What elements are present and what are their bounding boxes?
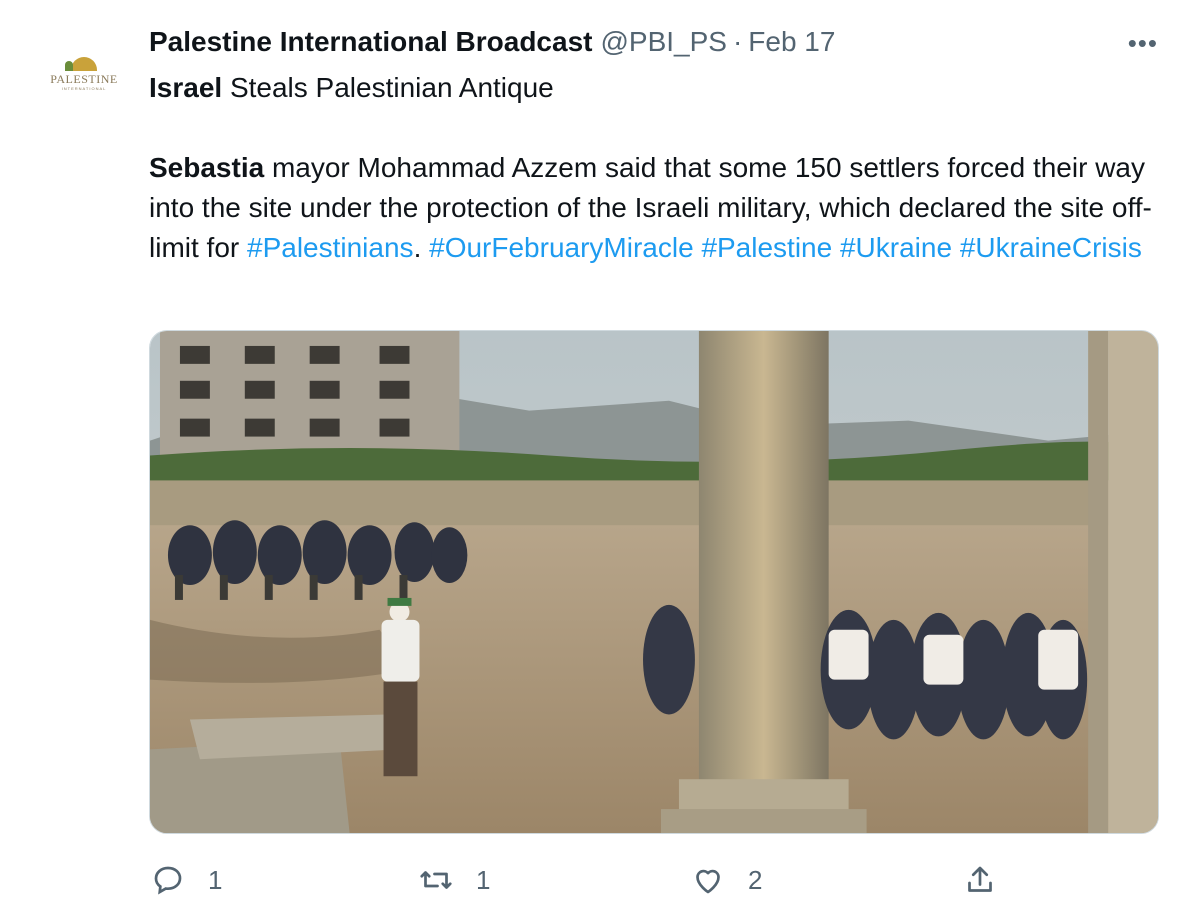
tweet-header: Palestine International Broadcast @PBI_P… bbox=[149, 26, 835, 58]
logo-dome-icon bbox=[65, 57, 97, 71]
action-bar: 1 1 2 bbox=[0, 862, 1190, 902]
headline-text: Steals Palestinian Antique bbox=[222, 72, 554, 103]
like-button[interactable]: 2 bbox=[690, 862, 762, 898]
hashtag-link[interactable]: #Palestinians bbox=[247, 232, 414, 263]
paragraph-punct: . bbox=[413, 232, 430, 263]
tweet-body: Israel Steals Palestinian Antique Sebast… bbox=[149, 68, 1169, 268]
hashtag-link[interactable]: #UkraineCrisis bbox=[960, 232, 1142, 263]
paragraph-bold: Sebastia bbox=[149, 152, 265, 183]
retweet-count: 1 bbox=[476, 864, 491, 895]
author-avatar[interactable]: PALESTINE INTERNATIONAL bbox=[36, 26, 132, 122]
hashtag-link[interactable]: #Palestine bbox=[701, 232, 832, 263]
reply-count: 1 bbox=[208, 864, 223, 895]
share-icon bbox=[968, 866, 992, 892]
hashtag-link[interactable]: #Ukraine bbox=[840, 232, 952, 263]
retweet-button[interactable]: 1 bbox=[418, 862, 490, 898]
share-button[interactable] bbox=[962, 862, 998, 898]
tweet-date[interactable]: Feb 17 bbox=[748, 26, 835, 58]
logo-subtext: INTERNATIONAL bbox=[61, 86, 107, 91]
logo-text: PALESTINE bbox=[50, 72, 118, 86]
separator-dot: · bbox=[732, 26, 743, 57]
headline-bold: Israel bbox=[149, 72, 223, 103]
reply-icon bbox=[154, 866, 182, 895]
author-name[interactable]: Palestine International Broadcast bbox=[149, 26, 592, 58]
tweet-photo[interactable] bbox=[149, 330, 1159, 834]
tweet-headline: Israel Steals Palestinian Antique bbox=[149, 68, 1169, 108]
hashtag-link[interactable]: #OurFebruaryMiracle bbox=[429, 232, 694, 263]
retweet-icon bbox=[420, 871, 452, 889]
like-count: 2 bbox=[748, 864, 763, 895]
author-handle[interactable]: @PBI_PS bbox=[600, 26, 726, 58]
reply-button[interactable]: 1 bbox=[150, 862, 222, 898]
photo-image bbox=[150, 331, 1158, 833]
tweet-paragraph: Sebastia mayor Mohammad Azzem said that … bbox=[149, 148, 1169, 268]
heart-icon bbox=[696, 869, 720, 894]
more-options-icon[interactable]: ••• bbox=[1128, 28, 1158, 59]
